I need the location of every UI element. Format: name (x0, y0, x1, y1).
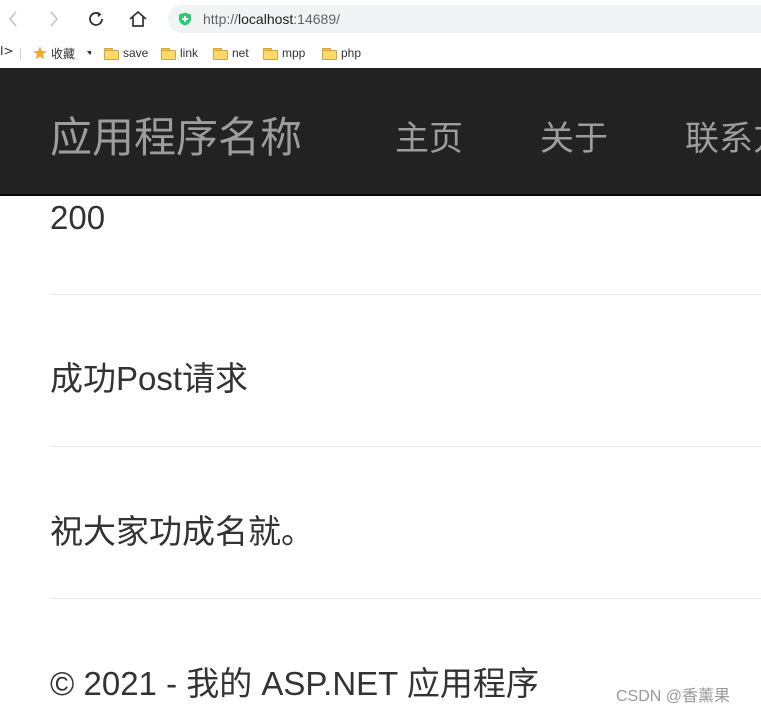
folder-icon (322, 47, 337, 60)
shield-icon (178, 12, 192, 26)
bookmark-label: mpp (282, 46, 306, 60)
favorites-button[interactable]: 收藏 (33, 45, 92, 61)
sidebar-toggle-button[interactable]: I> (0, 44, 14, 58)
status-code: 200 (50, 199, 106, 236)
browser-toolbar: http://localhost:14689/ (0, 0, 761, 38)
star-icon (33, 46, 47, 59)
nav-link-contact[interactable]: 联系方 (685, 111, 761, 160)
address-bar[interactable]: http://localhost:14689/ (168, 5, 761, 33)
reload-icon[interactable] (85, 8, 107, 30)
folder-icon (161, 47, 176, 60)
bookmark-label: php (341, 46, 362, 60)
url-text: http://localhost:14689/ (203, 11, 340, 27)
divider (50, 598, 761, 599)
result-message: 成功Post请求 (50, 360, 249, 397)
url-host: localhost (238, 11, 294, 27)
url-prefix: http:// (203, 11, 239, 27)
folder-icon (104, 47, 119, 60)
bookmark-item-link[interactable]: link (161, 45, 198, 61)
bookmark-item-php[interactable]: php (322, 45, 361, 61)
chevron-down-icon (87, 51, 92, 55)
home-icon[interactable] (127, 8, 149, 30)
folder-icon (213, 47, 228, 60)
bookmark-item-mpp[interactable]: mpp (263, 45, 305, 61)
nav-link-home[interactable]: 主页 (395, 111, 463, 160)
divider (50, 294, 761, 295)
bookmarks-bar: I> 收藏 save link net mpp php (0, 38, 761, 68)
nav-link-about[interactable]: 关于 (540, 111, 608, 160)
bookmark-item-save[interactable]: save (104, 45, 148, 61)
back-icon[interactable] (2, 8, 24, 30)
bookmark-label: link (180, 46, 199, 60)
site-navbar: 应用程序名称 主页 关于 联系方 (0, 68, 761, 196)
favorites-label: 收藏 (51, 46, 76, 61)
divider (50, 446, 761, 447)
forward-icon[interactable] (43, 8, 65, 30)
url-suffix: :14689/ (293, 11, 341, 27)
divider (20, 48, 21, 60)
folder-icon (263, 47, 278, 60)
footer-copyright: © 2021 - 我的 ASP.NET 应用程序 (50, 665, 539, 702)
watermark: CSDN @香薰果 (616, 688, 731, 705)
greeting-text: 祝大家功成名就。 (50, 513, 314, 550)
bookmark-label: net (232, 46, 249, 60)
bookmark-label: save (123, 46, 149, 60)
bookmark-item-net[interactable]: net (213, 45, 249, 61)
brand-link[interactable]: 应用程序名称 (50, 104, 302, 165)
